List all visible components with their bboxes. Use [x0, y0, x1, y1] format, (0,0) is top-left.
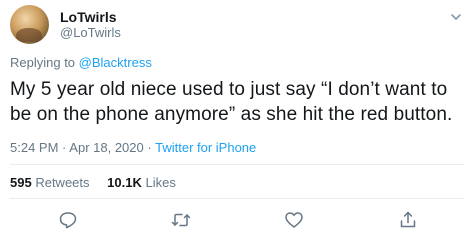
- tweet-meta: 5:24 PM · Apr 18, 2020 · Twitter for iPh…: [10, 140, 256, 155]
- divider: [10, 164, 464, 165]
- retweets-count: 595: [10, 175, 32, 190]
- retweets-label: Retweets: [35, 175, 90, 190]
- replying-to: Replying to @Blacktress: [10, 55, 152, 70]
- action-bar: [0, 210, 474, 232]
- tweet-date[interactable]: Apr 18, 2020: [69, 140, 143, 155]
- divider: [10, 198, 464, 199]
- author-name[interactable]: LoTwirls: [60, 9, 117, 25]
- likes-label: Likes: [145, 175, 176, 190]
- avatar[interactable]: [10, 5, 49, 44]
- author-handle[interactable]: @LoTwirls: [60, 25, 121, 40]
- tweet-text: My 5 year old niece used to just say “I …: [10, 79, 453, 125]
- likes-stat[interactable]: 10.1K Likes: [107, 175, 176, 190]
- likes-count: 10.1K: [107, 175, 142, 190]
- replying-prefix: Replying to: [10, 55, 76, 70]
- heart-icon[interactable]: [284, 210, 304, 230]
- chevron-down-icon[interactable]: [450, 10, 462, 22]
- reply-to-link[interactable]: @Blacktress: [79, 55, 152, 70]
- meta-separator: ·: [147, 140, 152, 155]
- meta-separator: ·: [62, 140, 67, 155]
- tweet-stats: 595 Retweets 10.1K Likes: [10, 175, 190, 190]
- reply-icon[interactable]: [58, 210, 78, 230]
- retweets-stat[interactable]: 595 Retweets: [10, 175, 90, 190]
- tweet-source[interactable]: Twitter for iPhone: [155, 140, 256, 155]
- tweet-time[interactable]: 5:24 PM: [10, 140, 58, 155]
- retweet-icon[interactable]: [171, 210, 191, 230]
- share-icon[interactable]: [398, 210, 418, 230]
